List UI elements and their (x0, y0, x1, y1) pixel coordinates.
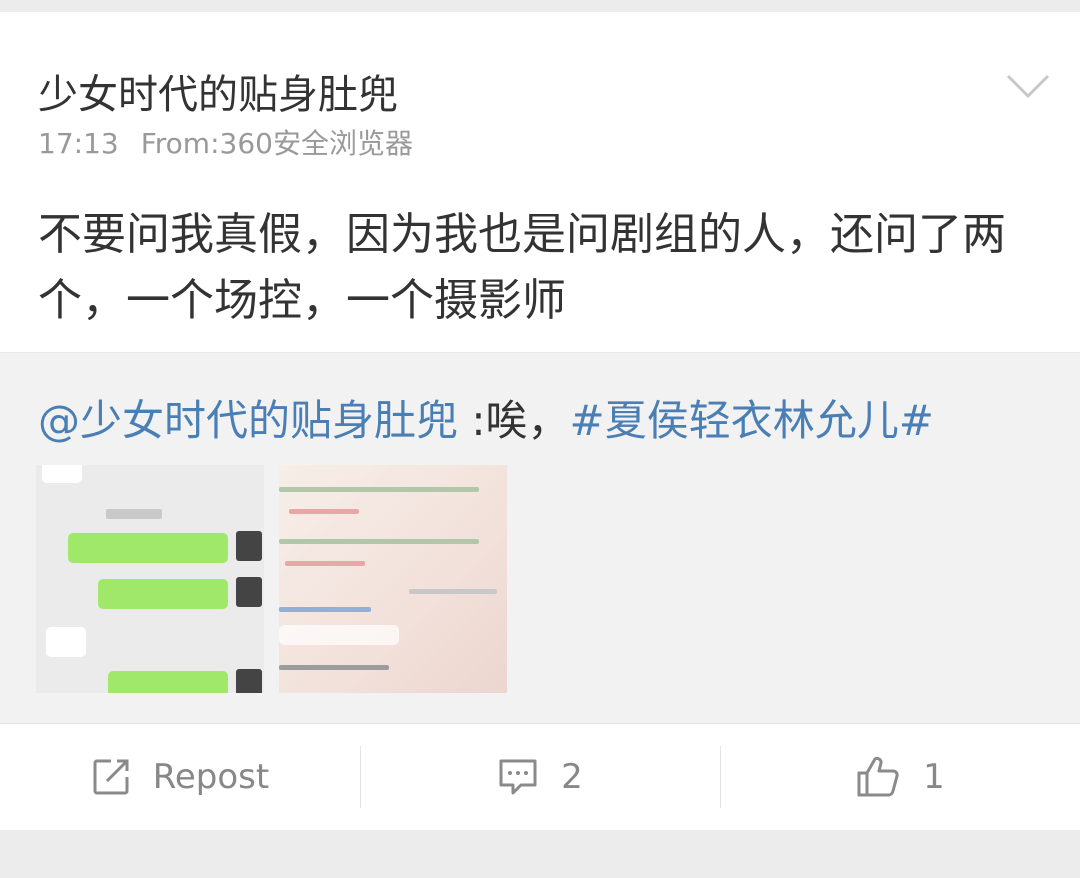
repost-icon (93, 759, 129, 795)
chat-line (289, 509, 359, 514)
post-time: 17:13 (38, 127, 119, 160)
chat-line (409, 589, 497, 594)
post-source: From:360安全浏览器 (140, 127, 413, 160)
image-thumbnails (36, 465, 507, 693)
top-gap (0, 0, 1080, 12)
chat-bubble (68, 533, 228, 563)
like-icon (857, 756, 899, 797)
chat-line (279, 607, 371, 612)
chevron-down-icon[interactable] (1004, 68, 1052, 104)
repost-box[interactable]: @少女时代的贴身肚兜 :唉，#夏侯轻衣林允儿# (0, 352, 1080, 723)
chat-bubble (42, 465, 82, 483)
comment-button[interactable]: 2 (360, 724, 720, 830)
repost-text: @少女时代的贴身肚兜 :唉，#夏侯轻衣林允儿# (38, 387, 934, 448)
chat-line (279, 539, 479, 544)
like-count: 1 (923, 757, 945, 797)
repost-button[interactable]: Repost (0, 724, 360, 830)
post-meta: 17:13 From:360安全浏览器 (38, 122, 413, 162)
repost-mention[interactable]: @少女时代的贴身肚兜 (38, 396, 458, 445)
avatar (236, 669, 262, 693)
avatar (236, 531, 262, 561)
chat-timestamp (106, 509, 162, 519)
comment-icon (499, 759, 537, 795)
repost-label: Repost (152, 757, 270, 797)
weibo-post: 少女时代的贴身肚兜 17:13 From:360安全浏览器 不要问我真假，因为我也… (0, 12, 1080, 723)
post-header: 少女时代的贴身肚兜 17:13 From:360安全浏览器 (0, 12, 1080, 162)
chat-bubble (46, 627, 86, 657)
avatar (236, 577, 262, 607)
repost-topic[interactable]: #夏侯轻衣林允儿# (570, 396, 934, 445)
chat-bubble (98, 579, 228, 609)
chat-line (279, 665, 389, 670)
chat-screenshot-thumb-1[interactable] (36, 465, 264, 693)
chat-line (279, 487, 479, 492)
bottom-gap (0, 830, 1080, 870)
chat-bubble (279, 625, 399, 645)
author-name[interactable]: 少女时代的贴身肚兜 (38, 62, 398, 120)
post-text: 不要问我真假，因为我也是问剧组的人，还问了两个，一个场控，一个摄影师 (38, 209, 1006, 326)
chat-bubble (108, 671, 228, 693)
repost-separator: :唉， (458, 396, 570, 445)
comment-count: 2 (561, 757, 583, 797)
action-bar: Repost 2 1 (0, 723, 1080, 830)
chat-screenshot-thumb-2[interactable] (279, 465, 507, 693)
like-button[interactable]: 1 (720, 724, 1080, 830)
chat-line (285, 561, 365, 566)
